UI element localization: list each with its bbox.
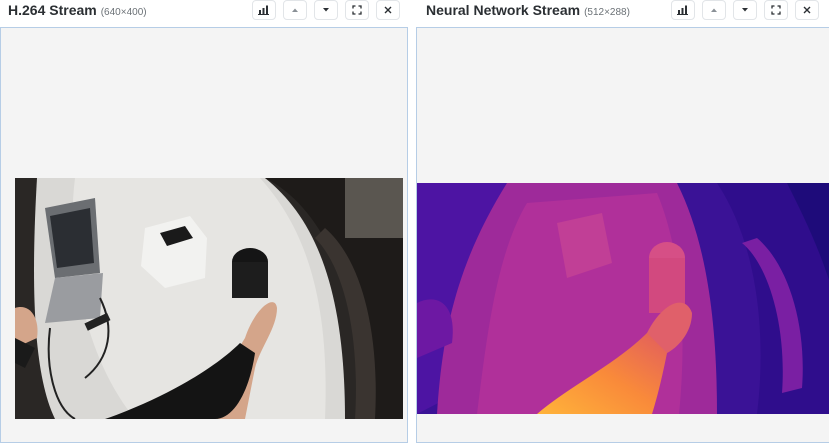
bar-chart-icon [258,5,269,15]
close-icon [803,6,811,14]
stream-viewport [0,27,408,443]
camera-frame-image [15,178,403,419]
chevron-down-icon [323,8,329,12]
chevron-down-icon [742,8,748,12]
fullscreen-button[interactable] [345,0,369,20]
panel-title: H.264 Stream (640×400) [8,2,147,18]
panel-divider [408,0,416,443]
panel-dimensions: (512×288) [584,7,630,18]
move-up-button[interactable] [283,0,307,20]
fullscreen-icon [771,5,781,15]
fullscreen-icon [352,5,362,15]
h264-stream-panel: H.264 Stream (640×400) [0,0,408,443]
panel-title: Neural Network Stream (512×288) [426,2,630,18]
h264-video-frame [15,178,403,419]
panel-toolbar [671,0,819,20]
close-icon [384,6,392,14]
chevron-up-icon [711,8,717,12]
move-down-button[interactable] [733,0,757,20]
fullscreen-button[interactable] [764,0,788,20]
panel-title-text: H.264 Stream [8,2,97,18]
panel-title-text: Neural Network Stream [426,2,581,18]
bar-chart-icon [677,5,688,15]
panel-header: H.264 Stream (640×400) [0,0,408,24]
move-up-button[interactable] [702,0,726,20]
panel-dimensions: (640×400) [100,7,147,18]
move-down-button[interactable] [314,0,338,20]
close-button[interactable] [795,0,819,20]
stream-viewport [416,27,829,443]
stats-button[interactable] [671,0,695,20]
depth-map-image [417,183,829,414]
panel-header: Neural Network Stream (512×288) [416,0,829,24]
close-button[interactable] [376,0,400,20]
chevron-up-icon [292,8,298,12]
stats-button[interactable] [252,0,276,20]
depth-map-frame [417,183,829,414]
panel-toolbar [252,0,400,20]
neural-network-stream-panel: Neural Network Stream (512×288) [416,0,829,443]
